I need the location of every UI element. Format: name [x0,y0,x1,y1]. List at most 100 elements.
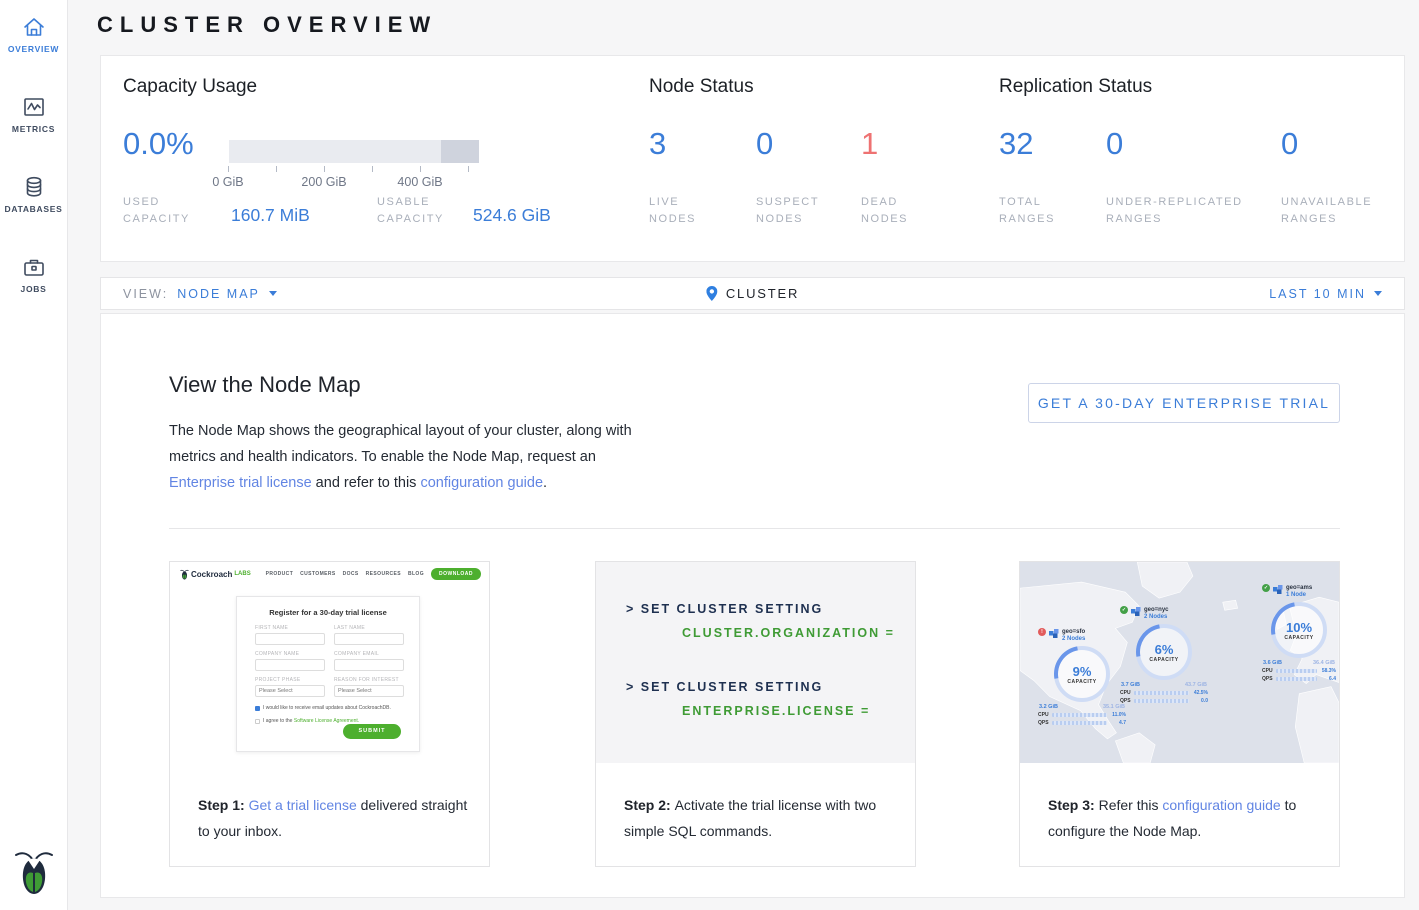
step-1-card: Cockroach LABS PRODUCT CUSTOMERS DOCS RE… [169,561,490,867]
form-field: REASON FOR INTEREST Please Select [334,677,404,697]
metrics-chart-icon [21,94,47,120]
node-map-intro: The Node Map shows the geographical layo… [169,418,639,496]
registration-site-screenshot: Cockroach LABS PRODUCT CUSTOMERS DOCS RE… [170,562,489,763]
view-value: NODE MAP [177,287,260,301]
total-ranges-count: 32 [999,126,1033,162]
suspect-nodes-count: 0 [756,126,773,162]
cockroach-logo-small [180,569,189,580]
sidebar-item-databases[interactable]: DATABASES [0,174,67,214]
step-3-card: ! geo=sfo2 Nodes 9% CAPACITY 3.2 GiB35.1… [1019,561,1340,867]
site-brand-name: Cockroach [191,570,232,579]
total-ranges-label: TOTAL RANGES [999,194,1079,228]
configuration-guide-link[interactable]: configuration guide [420,475,543,491]
intro-text: The Node Map shows the geographical layo… [169,423,632,465]
replication-status-title: Replication Status [999,76,1152,98]
home-icon [21,14,47,40]
under-replicated-ranges-label: UNDER-REPLICATED RANGES [1106,194,1261,228]
cluster-summary-card: Capacity Usage 0.0% 0 GiB 200 GiB 400 Gi… [100,55,1405,262]
capacity-tick [372,166,373,172]
capacity-tick [228,166,229,172]
sql-setting: CLUSTER.ORGANIZATION = [682,626,895,640]
node-map-heading: View the Node Map [169,372,361,398]
unavailable-ranges-count: 0 [1281,126,1298,162]
sidebar: OVERVIEW METRICS DATABASES JOBS [0,0,68,910]
intro-text: and refer to this [312,475,421,491]
enterprise-trial-license-link[interactable]: Enterprise trial license [169,475,312,491]
sidebar-item-metrics[interactable]: METRICS [0,94,67,134]
form-field: COMPANY EMAIL [334,651,404,671]
capacity-tick-label: 0 GiB [212,175,243,189]
get-trial-license-link[interactable]: Get a trial license [249,797,357,813]
form-field: COMPANY NAME [255,651,325,671]
capacity-bar [229,140,479,163]
site-nav: PRODUCT CUSTOMERS DOCS RESOURCES BLOG DO… [266,568,481,580]
form-field: PROJECT PHASE Please Select [255,677,325,697]
checkbox-icon [255,719,260,724]
qps-bar [1052,721,1107,725]
used-capacity-label: USED CAPACITY [123,194,203,228]
sidebar-item-jobs[interactable]: JOBS [0,254,67,294]
trial-registration-form: Register for a 30-day trial license FIRS… [236,596,420,752]
view-selector-dropdown[interactable]: VIEW: NODE MAP [123,287,277,301]
node-map-panel: View the Node Map The Node Map shows the… [100,313,1405,898]
used-capacity-value: 160.7 MiB [231,205,310,226]
cpu-bar [1276,669,1317,673]
step-2-caption: Step 2: Activate the trial license with … [624,792,894,844]
capacity-tick [324,166,325,172]
usable-capacity-label: USABLE CAPACITY [377,194,457,228]
dead-nodes-label: DEAD NODES [861,194,941,228]
capacity-gauge: 6% CAPACITY [1136,624,1192,680]
sidebar-item-overview[interactable]: OVERVIEW [0,14,67,54]
node-cube-icon [1049,628,1059,638]
sidebar-item-label: DATABASES [0,204,67,214]
live-nodes-label: LIVE NODES [649,194,729,228]
capacity-usage-title: Capacity Usage [123,76,257,98]
form-title: Register for a 30-day trial license [237,608,419,617]
node-status-live-icon: ✓ [1120,606,1128,614]
capacity-tick [276,166,277,172]
enterprise-trial-button[interactable]: GET A 30-DAY ENTERPRISE TRIAL [1028,383,1340,423]
live-nodes-count: 3 [649,126,666,162]
node-status-live-icon: ✓ [1262,584,1270,592]
checkbox-icon [255,706,260,711]
under-replicated-ranges-count: 0 [1106,126,1123,162]
divider [169,528,1340,529]
cockroachdb-admin-ui: OVERVIEW METRICS DATABASES JOBS [0,0,1419,910]
sidebar-item-label: METRICS [0,124,67,134]
time-range-dropdown[interactable]: LAST 10 MIN [1269,287,1382,301]
site-nav-item: CUSTOMERS [300,571,335,577]
scope-label: CLUSTER [726,286,799,301]
sidebar-item-label: JOBS [0,284,67,294]
site-download-button: DOWNLOAD [431,568,481,580]
qps-bar [1134,699,1189,703]
form-field: FIRST NAME [255,625,325,645]
site-nav-item: BLOG [408,571,424,577]
cockroach-logo [14,848,54,896]
usable-capacity-value: 524.6 GiB [473,205,551,226]
capacity-percent: 0.0% [123,126,194,162]
capacity-tick-label: 400 GiB [397,175,442,189]
chevron-down-icon [269,291,277,296]
site-brand: Cockroach LABS [180,569,251,580]
unavailable-ranges-label: UNAVAILABLE RANGES [1281,194,1391,228]
form-field: LAST NAME [334,625,404,645]
node-map-preview-image: ! geo=sfo2 Nodes 9% CAPACITY 3.2 GiB35.1… [1020,562,1339,763]
capacity-gauge: 9% CAPACITY [1054,646,1110,702]
node-status-title: Node Status [649,76,754,98]
sql-setting: ENTERPRISE.LICENSE = [682,704,870,718]
node-cube-icon [1131,606,1141,616]
sql-command: > SET CLUSTER SETTING [626,602,823,616]
site-brand-suffix: LABS [234,571,250,577]
site-header: Cockroach LABS PRODUCT CUSTOMERS DOCS RE… [180,568,481,580]
page-title: CLUSTER OVERVIEW [97,12,437,38]
capacity-tick-label: 200 GiB [301,175,346,189]
site-nav-item: PRODUCT [266,571,294,577]
step-3-caption: Step 3: Refer this configuration guide t… [1048,792,1318,844]
node-status-dead-icon: ! [1038,628,1046,636]
node-cube-icon [1273,584,1283,594]
sidebar-item-label: OVERVIEW [0,44,67,54]
configuration-guide-link[interactable]: configuration guide [1162,797,1280,813]
dead-nodes-count: 1 [861,126,878,162]
briefcase-icon [21,254,47,280]
step-2-card: > SET CLUSTER SETTING CLUSTER.ORGANIZATI… [595,561,916,867]
